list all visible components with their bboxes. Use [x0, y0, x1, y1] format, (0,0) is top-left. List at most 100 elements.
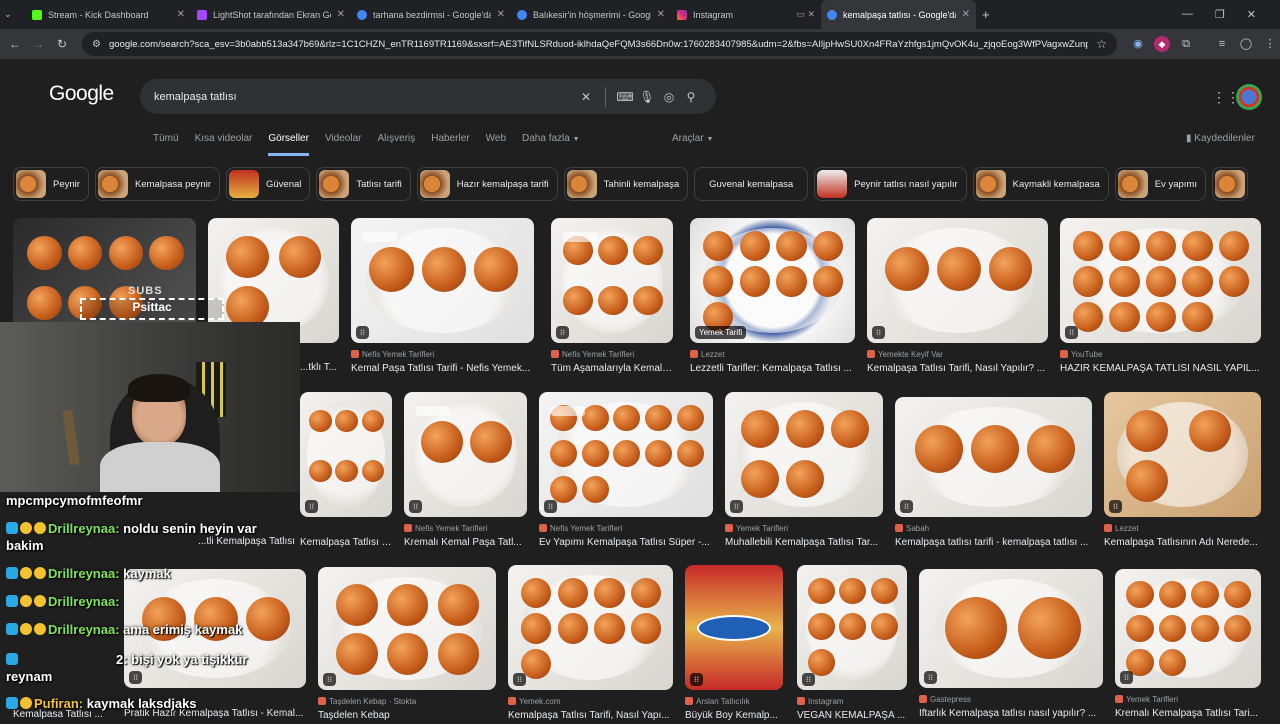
image-result[interactable]: Yemek Tarifi Lezzet Lezzetli Tarifler: Kem… — [690, 218, 855, 377]
result-thumbnail[interactable]: ⁝⁝ — [895, 397, 1092, 517]
chip-ev-yapimi[interactable]: Ev yapımı — [1114, 167, 1206, 201]
result-title[interactable]: Kemalpaşa Tatlısının Adı Nerede... — [1104, 537, 1261, 548]
tab-news[interactable]: Haberler — [431, 133, 469, 156]
tab-shopping[interactable]: Alışveriş — [377, 133, 415, 156]
back-icon[interactable]: ← — [4, 37, 26, 51]
result-thumbnail[interactable]: ⁝⁝ — [725, 392, 883, 517]
result-source[interactable]: Sabah — [895, 524, 1092, 533]
tab-videos[interactable]: Videolar — [325, 133, 362, 156]
result-source[interactable]: Yemekte Keyif Var — [867, 350, 1048, 359]
result-title[interactable]: Taşdelen Kebap — [318, 710, 496, 721]
image-result[interactable]: ⁝⁝ Nefis Yemek Tarifleri Kremalı Kemal Paş… — [404, 392, 527, 551]
result-source[interactable]: Yemek Tarifleri — [725, 524, 883, 533]
result-thumbnail[interactable]: ⁝⁝ — [318, 567, 496, 690]
google-logo[interactable]: Google — [49, 82, 114, 106]
tab-web[interactable]: Web — [486, 133, 506, 156]
tab-instagram[interactable]: Instagram ▭ ✕ — [671, 0, 821, 29]
result-title[interactable]: Büyük Boy Kemalp... — [685, 710, 783, 721]
image-result[interactable]: ⁝⁝ Gastepress İftarlık Kemalpaşa tatlısı n… — [919, 569, 1103, 722]
result-source[interactable]: Taşdelen Kebap · Stokta — [318, 697, 496, 706]
url-text[interactable]: google.com/search?sca_esv=3b0abb513a347b… — [109, 39, 1088, 50]
profile-icon[interactable]: ◯ — [1238, 36, 1254, 52]
result-title[interactable]: Muhallebili Kemalpaşa Tatlısı Tar... — [725, 537, 883, 548]
result-source[interactable]: Lezzet — [690, 350, 855, 359]
result-title[interactable]: İftarlık Kemalpaşa tatlısı nasıl yapılır… — [919, 708, 1103, 719]
result-source[interactable]: Arslan Tatlıcılık — [685, 697, 783, 706]
extension-icon[interactable]: ◆ — [1154, 36, 1170, 52]
tab-hosmerim[interactable]: Balıkesir'in höşmerimi - Google'da Ara✕ — [511, 0, 671, 29]
image-result[interactable]: ⁝⁝ Sabah Kemalpaşa tatlısı tarifi - kemalp… — [895, 397, 1092, 551]
result-title[interactable]: Kemalpaşa Tatlısı | Nasıl Yapılır? - You… — [300, 537, 392, 548]
result-title[interactable]: Kemalpaşa Tatlısı Tarifi, Nasıl Yapı... — [508, 710, 673, 721]
image-result[interactable]: ⁝⁝ Taşdelen Kebap · Stokta Taşdelen Kebap — [318, 567, 496, 724]
result-title[interactable]: Kemalpaşa tatlısı tarifi - kemalpaşa tat… — [895, 537, 1092, 548]
result-source[interactable]: Gastepress — [919, 695, 1103, 704]
result-title[interactable]: VEGAN KEMALPAŞA ... — [797, 710, 907, 721]
image-result[interactable]: ⁝⁝ Arslan Tatlıcılık Büyük Boy Kemalp... — [685, 565, 783, 724]
result-title[interactable]: Kemal Paşa Tatlısı Tarifi - Nefis Yemek.… — [351, 363, 534, 374]
result-thumbnail[interactable]: ⁝⁝ — [300, 392, 392, 517]
result-thumbnail[interactable]: ⁝⁝ — [1115, 569, 1261, 688]
close-tab-icon[interactable]: ✕ — [337, 9, 345, 20]
result-source[interactable]: Nefis Yemek Tarifleri — [404, 524, 527, 533]
result-source[interactable]: Nefis Yemek Tarifleri — [539, 524, 713, 533]
tab-images[interactable]: Görseller — [268, 133, 309, 156]
image-result[interactable]: ⁝⁝ Yemek.com Kemalpaşa Tatlısı Tarifi, Nas… — [508, 565, 673, 724]
microphone-icon[interactable]: 🎙 — [636, 90, 658, 104]
avatar[interactable] — [1236, 84, 1262, 110]
chip-more[interactable] — [1212, 167, 1248, 201]
result-thumbnail[interactable]: ⁝⁝ — [797, 565, 907, 690]
image-result[interactable]: ⁝⁝ Yemek Tarifleri Kremalı Kemalpaşa Tatlı… — [1115, 569, 1261, 722]
result-thumbnail[interactable]: ⁝⁝ — [404, 392, 527, 517]
close-tab-icon[interactable]: ✕ — [962, 9, 970, 20]
result-title[interactable]: Kremalı Kemalpaşa Tatlısı Tari... — [1115, 708, 1261, 719]
image-result[interactable]: ⁝⁝ Kemalpaşa Tatlısı | Nasıl Yapılır? - Y… — [300, 392, 392, 551]
result-thumbnail[interactable]: ⁝⁝ — [551, 218, 673, 343]
chip-peynir-tatlisi[interactable]: Peynir tatlısı nasıl yapılır — [814, 167, 967, 201]
new-tab-button[interactable]: + — [976, 0, 998, 29]
result-source[interactable]: YouTube — [1060, 350, 1261, 359]
minimize-icon[interactable]: — — [1182, 8, 1193, 21]
image-result[interactable]: ⁝⁝ Nefis Yemek Tarifleri Ev Yapımı Kemalpa… — [539, 392, 713, 551]
result-source[interactable]: Instagram — [797, 697, 907, 706]
chip-tatlisi-tarifi[interactable]: Tatlısı tarifi — [316, 167, 411, 201]
search-box[interactable]: kemalpaşa tatlısı ✕ ⌨ 🎙 ◎ ⚲ — [140, 79, 716, 114]
tab-more[interactable]: Daha fazla ▼ — [522, 133, 580, 156]
image-result[interactable]: ⁝⁝ Instagram VEGAN KEMALPAŞA ... — [797, 565, 907, 724]
extensions-puzzle-icon[interactable]: ⧉ — [1178, 36, 1194, 52]
search-input[interactable]: kemalpaşa tatlısı — [154, 91, 575, 103]
result-thumbnail[interactable]: ⁝⁝ — [539, 392, 713, 517]
reload-icon[interactable]: ↻ — [51, 37, 73, 51]
close-window-icon[interactable]: ✕ — [1247, 8, 1256, 21]
saved-button[interactable]: ▮ Kaydedilenler — [1186, 133, 1255, 144]
extension-icon[interactable]: ◉ — [1130, 36, 1146, 52]
result-thumbnail[interactable]: ⁝⁝ — [1060, 218, 1261, 343]
image-result[interactable]: ⁝⁝ Yemek Tarifleri Muhallebili Kemalpaşa T… — [725, 392, 883, 551]
close-tab-icon[interactable]: ▭ ✕ — [796, 9, 815, 20]
result-title[interactable]: Tüm Aşamalarıyla Kemalp... — [551, 363, 673, 374]
tab-tarhana[interactable]: tarhana bezdirmsi - Google'da Ara✕ — [351, 0, 511, 29]
chip-guvenal-kemalpasa[interactable]: Guvenal kemalpasa — [694, 167, 809, 201]
result-source[interactable]: Yemek Tarifleri — [1115, 695, 1261, 704]
chip-peynir[interactable]: Peynir — [13, 167, 89, 201]
result-thumbnail[interactable]: Yemek Tarifi — [690, 218, 855, 343]
chip-hazir-kemalpasa[interactable]: Hazır kemalpaşa tarifi — [416, 167, 558, 201]
bookmark-star-icon[interactable]: ☆ — [1096, 37, 1107, 51]
image-result[interactable]: ⁝⁝ Nefis Yemek Tarifleri Kemal Paşa Tatlıs… — [351, 218, 534, 377]
image-result[interactable]: ⁝⁝ YouTube HAZIR KEMALPAŞA TATLISI NASIL Y… — [1060, 218, 1261, 377]
result-title[interactable]: HAZIR KEMALPAŞA TATLISI NASIL YAPIL... — [1060, 363, 1261, 374]
result-thumbnail[interactable]: ⁝⁝ — [1104, 392, 1261, 517]
tab-lightshot[interactable]: LightShot tarafından Ekran Görüntüsü✕ — [191, 0, 351, 29]
close-tab-icon[interactable]: ✕ — [497, 9, 505, 20]
result-title[interactable]: Kremalı Kemal Paşa Tatl... — [404, 537, 527, 548]
chip-tahinli[interactable]: Tahinli kemalpaşa — [563, 167, 689, 201]
result-title-partial[interactable]: ...tklı T... — [300, 362, 336, 373]
result-thumbnail[interactable]: ⁝⁝ — [867, 218, 1048, 343]
forward-icon[interactable]: → — [27, 37, 49, 51]
result-thumbnail[interactable]: ⁝⁝ — [508, 565, 673, 690]
image-result[interactable]: ⁝⁝ Yemekte Keyif Var Kemalpaşa Tatlısı Tar… — [867, 218, 1048, 377]
result-title[interactable]: Ev Yapımı Kemalpaşa Tatlısı Süper -... — [539, 537, 713, 548]
tab-kick-dashboard[interactable]: Stream - Kick Dashboard ✕ — [26, 0, 191, 29]
site-info-icon[interactable]: ⚙ — [92, 39, 101, 50]
result-source[interactable]: Yemek.com — [508, 697, 673, 706]
